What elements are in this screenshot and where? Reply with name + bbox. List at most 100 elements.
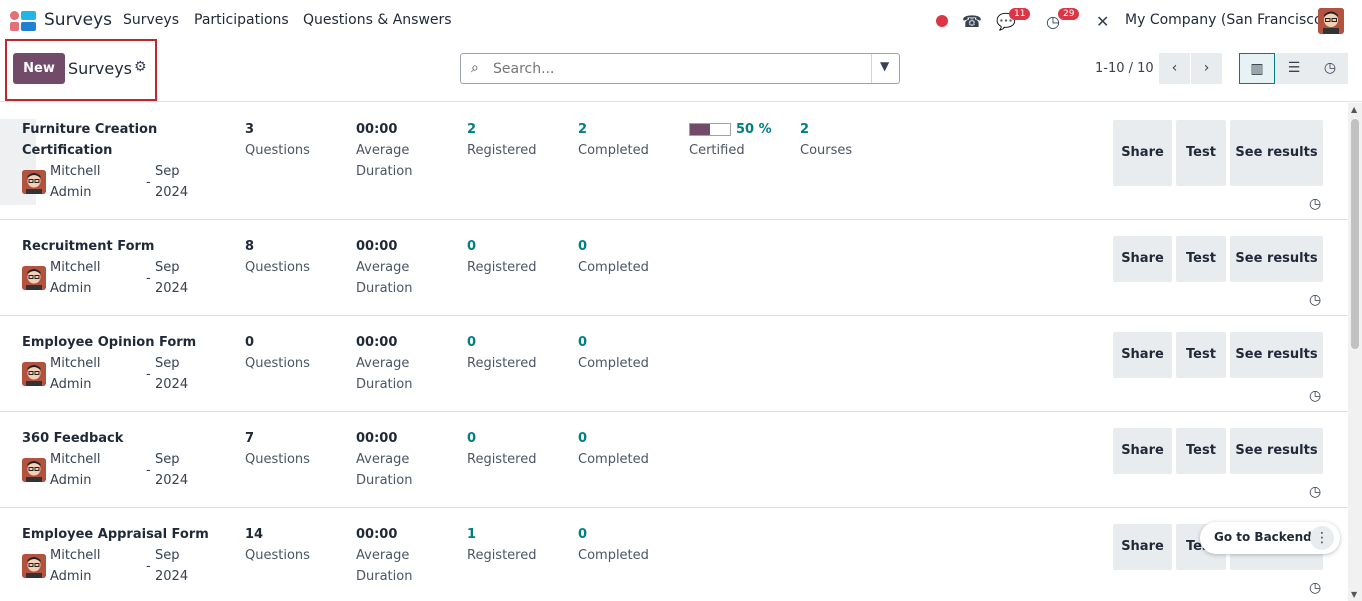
survey-record[interactable]: Employee Appraisal Form Mitchell Admin -…: [0, 508, 1348, 601]
share-button[interactable]: Share: [1113, 236, 1172, 282]
survey-list: Furniture Creation Certification Mitchel…: [0, 103, 1348, 601]
see-results-button[interactable]: See results: [1230, 120, 1323, 186]
questions-stat: 14 Questions: [245, 527, 310, 563]
gear-icon[interactable]: ⚙: [134, 59, 147, 75]
duration-stat: 00:00 Average Duration: [356, 527, 413, 584]
owner-last: Admin: [50, 281, 92, 296]
menu-participations[interactable]: Participations: [194, 12, 289, 28]
test-button[interactable]: Test: [1176, 120, 1226, 186]
list-view-button[interactable]: ☰: [1276, 53, 1312, 84]
registered-stat[interactable]: 0 Registered: [467, 428, 537, 470]
duration-stat: 00:00 Average Duration: [356, 335, 413, 392]
date-year: 2024: [155, 473, 189, 488]
share-button[interactable]: Share: [1113, 428, 1172, 474]
kanban-view-button[interactable]: ▥: [1239, 53, 1275, 84]
activity-clock-icon[interactable]: ◷: [1309, 484, 1321, 500]
see-results-button[interactable]: See results: [1230, 428, 1323, 474]
survey-record[interactable]: Furniture Creation Certification Mitchel…: [0, 103, 1348, 220]
survey-record[interactable]: Recruitment Form Mitchell Admin - Sep 20…: [0, 220, 1348, 316]
activity-clock-icon[interactable]: ◷: [1309, 580, 1321, 596]
user-avatar[interactable]: [1318, 8, 1344, 34]
questions-stat: 7 Questions: [245, 431, 310, 467]
share-button[interactable]: Share: [1113, 524, 1172, 570]
survey-title: Employee Appraisal Form: [22, 527, 209, 542]
survey-title-line2: Certification: [22, 143, 113, 158]
registered-stat[interactable]: 0 Registered: [467, 332, 537, 374]
share-button[interactable]: Share: [1113, 120, 1172, 186]
completed-stat[interactable]: 2 Completed: [578, 119, 649, 161]
new-button[interactable]: New: [13, 53, 65, 84]
owner-avatar: [22, 266, 46, 290]
test-button[interactable]: Test: [1176, 332, 1226, 378]
questions-stat: 0 Questions: [245, 335, 310, 371]
date-year: 2024: [155, 377, 189, 392]
menu-questions-answers[interactable]: Questions & Answers: [303, 12, 452, 28]
questions-stat: 3 Questions: [245, 122, 310, 158]
company-switcher[interactable]: My Company (San Francisco): [1125, 12, 1328, 28]
completed-stat[interactable]: 0 Completed: [578, 236, 649, 278]
courses-stat[interactable]: 2 Courses: [800, 119, 852, 161]
pager-value[interactable]: 1-10 / 10: [1095, 61, 1154, 76]
search-icon: ⌕: [471, 60, 479, 76]
registered-stat[interactable]: 0 Registered: [467, 236, 537, 278]
duration-stat: 00:00 Average Duration: [356, 122, 413, 179]
activity-clock-icon[interactable]: ◷: [1309, 196, 1321, 212]
app-name[interactable]: Surveys: [44, 10, 112, 30]
recording-dot-icon[interactable]: [936, 15, 948, 27]
top-navbar: Surveys Surveys Participations Questions…: [0, 0, 1362, 42]
activity-view-button[interactable]: ◷: [1312, 53, 1348, 84]
phone-icon[interactable]: ☎: [962, 12, 982, 31]
messages-badge: 11: [1009, 8, 1031, 20]
share-button[interactable]: Share: [1113, 332, 1172, 378]
certified-percent[interactable]: 50 %: [736, 119, 772, 140]
see-results-button[interactable]: See results: [1230, 236, 1323, 282]
search-bar[interactable]: ⌕ ▼: [460, 53, 900, 84]
certified-label: Certified: [689, 143, 745, 158]
survey-title: Employee Opinion Form: [22, 335, 197, 350]
owner-first: Mitchell: [50, 356, 101, 371]
date-year: 2024: [155, 281, 189, 296]
date-month: Sep: [155, 548, 180, 563]
search-input[interactable]: [493, 59, 863, 79]
search-dropdown-icon[interactable]: ▼: [880, 59, 889, 73]
date-month: Sep: [155, 356, 180, 371]
owner-avatar: [22, 170, 46, 194]
more-options-icon[interactable]: ⋮: [1310, 526, 1334, 550]
completed-stat[interactable]: 0 Completed: [578, 332, 649, 374]
date-year: 2024: [155, 185, 189, 200]
registered-stat[interactable]: 2 Registered: [467, 119, 537, 161]
test-button[interactable]: Test: [1176, 236, 1226, 282]
scroll-down-icon[interactable]: ▼: [1351, 590, 1357, 599]
see-results-button[interactable]: See results: [1230, 332, 1323, 378]
questions-stat: 8 Questions: [245, 239, 310, 275]
owner-last: Admin: [50, 377, 92, 392]
completed-stat[interactable]: 0 Completed: [578, 524, 649, 566]
tools-icon[interactable]: ✕: [1096, 12, 1109, 31]
survey-record[interactable]: Employee Opinion Form Mitchell Admin - S…: [0, 316, 1348, 412]
scrollbar-thumb[interactable]: [1351, 119, 1359, 349]
duration-stat: 00:00 Average Duration: [356, 431, 413, 488]
owner-last: Admin: [50, 569, 92, 584]
owner-last: Admin: [50, 473, 92, 488]
breadcrumb: Surveys: [68, 59, 132, 78]
go-to-backend-button[interactable]: Go to Backend: [1214, 530, 1312, 544]
survey-title: 360 Feedback: [22, 431, 124, 446]
survey-record[interactable]: 360 Feedback Mitchell Admin - Sep 2024 7…: [0, 412, 1348, 508]
activity-clock-icon[interactable]: ◷: [1309, 292, 1321, 308]
owner-first: Mitchell: [50, 548, 101, 563]
owner-avatar: [22, 458, 46, 482]
menu-surveys[interactable]: Surveys: [123, 12, 179, 28]
completed-stat[interactable]: 0 Completed: [578, 428, 649, 470]
pager-previous-button[interactable]: ‹: [1159, 53, 1190, 84]
pager-next-button[interactable]: ›: [1191, 53, 1222, 84]
certified-progress-bar: [689, 123, 731, 136]
scroll-up-icon[interactable]: ▲: [1351, 105, 1357, 114]
registered-stat[interactable]: 1 Registered: [467, 524, 537, 566]
app-logo-icon[interactable]: [10, 11, 36, 31]
duration-stat: 00:00 Average Duration: [356, 239, 413, 296]
activities-badge: 29: [1058, 8, 1080, 20]
activity-clock-icon[interactable]: ◷: [1309, 388, 1321, 404]
owner-last: Admin: [50, 185, 92, 200]
scrollbar[interactable]: ▲ ▼: [1348, 103, 1362, 601]
test-button[interactable]: Test: [1176, 428, 1226, 474]
